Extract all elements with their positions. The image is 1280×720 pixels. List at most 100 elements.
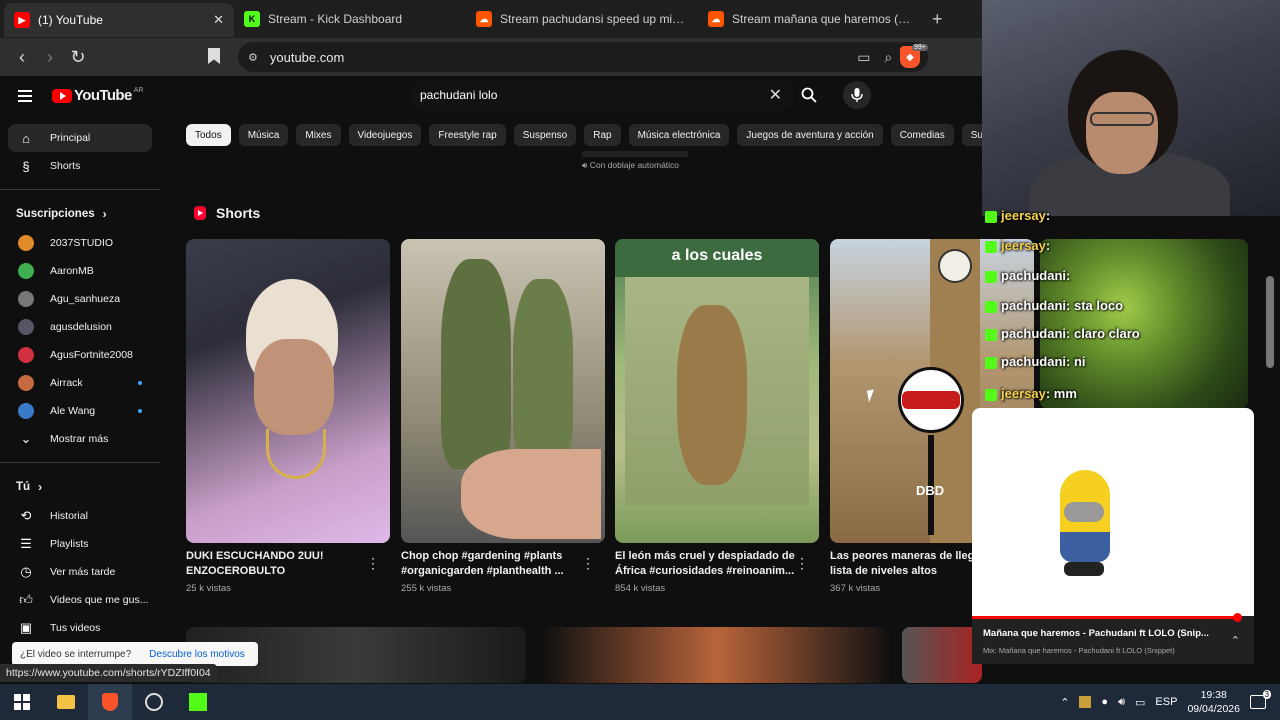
forward-icon[interactable]: › [36, 43, 64, 71]
filter-chip[interactable]: Freestyle rap [429, 124, 506, 146]
cast-icon[interactable]: ▭ [857, 49, 870, 66]
short-title[interactable]: DUKI ESCUCHANDO 2UU! ENZOCEROBULTO [186, 549, 370, 579]
video-thumbnail[interactable] [902, 627, 982, 683]
short-card[interactable]: DUKI ESCUCHANDO 2UU! ENZOCEROBULTO 25 k … [186, 239, 390, 594]
chat-message: pachudani: claro claro [985, 326, 1140, 341]
chevron-up-icon[interactable]: ⌃ [1231, 634, 1240, 647]
sidebar-item-shorts[interactable]: § Shorts [8, 152, 152, 180]
sidebar-item-your-videos[interactable]: ▣ Tus videos [8, 614, 152, 642]
scrollbar[interactable] [1266, 276, 1274, 368]
sidebar-subscription-item[interactable]: 2037STUDIO [8, 229, 152, 257]
sidebar-item-liked[interactable]: 👍︎ Videos que me gus... [8, 586, 152, 614]
back-icon[interactable]: ‹ [8, 43, 36, 71]
sidebar-subscription-item[interactable]: AaronMB [8, 257, 152, 285]
short-title[interactable]: El león más cruel y despiadado de África… [615, 549, 799, 579]
tooltip-link[interactable]: Descubre los motivos [149, 649, 245, 660]
url-text[interactable]: youtube.com [270, 50, 344, 65]
tab-title: Stream mañana que haremos (prod. [732, 12, 914, 26]
sidebar-item-label: Ver más tarde [50, 566, 116, 578]
filter-chip[interactable]: Videojuegos [348, 124, 422, 146]
filter-chip[interactable]: Todos [186, 124, 231, 146]
sidebar-subscription-item[interactable]: Agu_sanhueza [8, 285, 152, 313]
more-options-icon[interactable]: ⋮ [366, 555, 380, 572]
filter-chip[interactable]: Mixes [296, 124, 341, 146]
bookmark-icon[interactable] [208, 48, 220, 64]
filter-chip[interactable]: Juegos de aventura y acción [737, 124, 883, 146]
country-code: AR [133, 87, 144, 94]
short-title[interactable]: Chop chop #gardening #plants #organicgar… [401, 549, 585, 579]
filter-chip[interactable]: Rap [584, 124, 621, 146]
youtube-favicon-icon: ▶ [14, 12, 30, 28]
browser-tab[interactable]: ▶ (1) YouTube ✕ [4, 3, 234, 37]
you-heading[interactable]: Tú › [8, 472, 152, 502]
language-indicator[interactable]: ESP [1155, 696, 1177, 708]
microphone-icon[interactable]: ● [1101, 696, 1108, 708]
filter-chip[interactable]: Música electrónica [628, 124, 730, 146]
network-icon[interactable]: ▭ [1135, 696, 1145, 709]
new-tab-icon[interactable]: + [932, 9, 943, 30]
obs-icon[interactable] [132, 684, 176, 720]
chat-message: jeersay: [985, 238, 1050, 253]
start-button[interactable] [0, 684, 44, 720]
subscriptions-heading[interactable]: Suscripciones › [8, 199, 152, 229]
sidebar-item-watch-later[interactable]: ◷ Ver más tarde [8, 558, 152, 586]
youtube-play-icon [52, 88, 72, 103]
close-tab-icon[interactable]: ✕ [213, 12, 224, 28]
kick-app-icon[interactable] [176, 684, 220, 720]
filter-chip[interactable]: Subi [961, 124, 982, 146]
filter-chip[interactable]: Suspenso [513, 124, 577, 146]
sidebar-item-history[interactable]: ⟲ Historial [8, 502, 152, 530]
sidebar-subscription-item[interactable]: Airrack [8, 369, 152, 397]
short-card[interactable]: Chop chop #gardening #plants #organicgar… [401, 239, 605, 594]
short-thumbnail[interactable] [401, 239, 605, 543]
reload-icon[interactable]: ↻ [64, 43, 92, 71]
clock[interactable]: 19:38 09/04/2026 [1187, 688, 1240, 716]
dubbed-label: 🔊︎ Con doblaje automático [582, 160, 680, 170]
brave-browser-icon[interactable] [88, 684, 132, 720]
more-options-icon[interactable]: ⋮ [795, 555, 809, 572]
chat-username: pachudani [1001, 326, 1067, 341]
search-icon [801, 87, 817, 103]
chevron-up-icon[interactable]: ⌃ [1060, 696, 1069, 709]
browser-tab[interactable]: K Stream - Kick Dashboard [234, 0, 466, 38]
short-thumbnail[interactable]: a los cuales [615, 239, 819, 543]
zoom-icon[interactable]: ⌕ [884, 49, 892, 66]
speaker-icon[interactable]: 🔊︎ [1118, 696, 1125, 709]
search-input[interactable]: pachudani lolo ✕ [410, 80, 794, 110]
short-thumbnail[interactable] [186, 239, 390, 543]
menu-icon[interactable] [18, 90, 32, 102]
chat-text: claro claro [1073, 326, 1140, 341]
browser-tab[interactable]: ☁ Stream mañana que haremos (prod. [698, 0, 924, 38]
more-options-icon[interactable]: ⋮ [581, 555, 595, 572]
channel-avatar [18, 235, 34, 251]
video-thumbnail[interactable] [544, 627, 890, 683]
search-button[interactable] [794, 80, 824, 110]
character-eyes-shape [902, 391, 960, 409]
sidebar-subscription-item[interactable]: AgusFortnite2008 [8, 341, 152, 369]
browser-tab[interactable]: ☁ Stream pachudansi speed up mixed [466, 0, 698, 38]
file-explorer-icon[interactable] [44, 684, 88, 720]
filter-chip[interactable]: Música [238, 124, 289, 146]
divider [0, 462, 160, 463]
omnibox[interactable]: ⚙ youtube.com ▭ ⌕ ⇪ [238, 42, 928, 72]
tray-app-icon[interactable] [1079, 696, 1092, 708]
progress-bar[interactable] [972, 616, 1238, 619]
subscriptions-title: Suscripciones [16, 208, 95, 220]
clock-face-shape [938, 249, 972, 283]
chat-message: pachudani: sta loco [985, 298, 1123, 313]
notifications-icon[interactable]: 3 [1250, 690, 1271, 709]
short-card[interactable]: a los cuales El león más cruel y despiad… [615, 239, 819, 594]
clear-search-icon[interactable]: ✕ [769, 85, 782, 105]
show-more-button[interactable]: ⌄ Mostrar más [8, 425, 152, 453]
youtube-logo[interactable]: YouTube AR [52, 87, 143, 104]
site-settings-icon[interactable]: ⚙ [248, 51, 258, 64]
sidebar-subscription-item[interactable]: agusdelusion [8, 313, 152, 341]
sidebar-item-principal[interactable]: ⌂ Principal [8, 124, 152, 152]
progress-handle[interactable] [1233, 613, 1243, 622]
shields-badge: 99+ [912, 44, 928, 51]
chevron-down-icon: ⌄ [20, 431, 32, 446]
sidebar-subscription-item[interactable]: Ale Wang [8, 397, 152, 425]
voice-search-button[interactable] [843, 81, 871, 109]
sidebar-item-playlists[interactable]: ☰ Playlists [8, 530, 152, 558]
filter-chip[interactable]: Comedias [890, 124, 954, 146]
